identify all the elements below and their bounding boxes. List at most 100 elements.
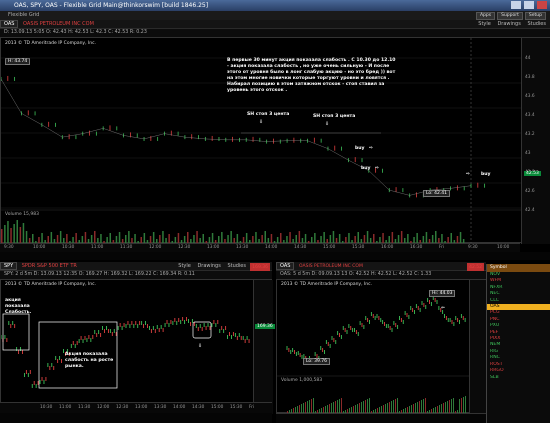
oas2-volume-bar: [465, 396, 466, 414]
top-low-label: Lo: 42.41: [423, 190, 451, 197]
watchlist-symbol: WFM: [490, 278, 502, 284]
oas2-symbol-input[interactable]: OAS: [276, 262, 295, 270]
spy-annotation-2: Акция показала слабость на росте рынка.: [65, 352, 114, 369]
support-button[interactable]: Support: [497, 12, 523, 20]
top-price-tick: 42.4: [525, 208, 535, 213]
spy-scroll-bar[interactable]: [0, 413, 272, 423]
oas2-volume-bar: [369, 398, 370, 414]
top-chart-toolbar: OAS OASIS PETROLEUM INC COM Style Drawin…: [0, 20, 550, 29]
top-price-axis[interactable]: 4443.843.643.443.24342.842.642.4 42.53: [521, 38, 550, 244]
watchlist-symbol: RIG: [490, 348, 499, 354]
watchlist-header-label: Symbol: [490, 265, 507, 270]
spy-time-tick: 11:30: [78, 405, 91, 410]
volume-bar: [13, 224, 15, 244]
watchlist-symbol: NEC: [490, 291, 500, 297]
watchlist-symbol: NOV: [490, 272, 501, 277]
oas2-volume-bar: [459, 399, 460, 414]
volume-bar: [7, 221, 9, 244]
spy-quote-line: SPY: 2 d 5m D: 13.09.13 12:35 O: 169.27 …: [0, 271, 272, 279]
spy-time-axis[interactable]: 10:30 11:00 11:30 12:00 12:30 13:00 13:30 14:00…: [0, 402, 272, 413]
top-drawings-menu[interactable]: Drawings: [497, 21, 520, 27]
top-last-price-tag: 42.53: [524, 171, 541, 176]
spy-time-tick: 13:30: [154, 405, 167, 410]
price-segment: [246, 139, 267, 142]
spy-time-tick: 12:30: [116, 405, 129, 410]
watchlist-symbol: CLC: [490, 297, 499, 303]
price-segment: [389, 189, 410, 196]
top-time-tick: 16:30: [410, 245, 423, 250]
oas2-volume-bar: [397, 398, 398, 414]
top-symbol-input[interactable]: OAS: [0, 20, 19, 28]
left-arrow-icon: ⇦: [441, 306, 445, 311]
spy-toolbar: SPY SPDR S&P 500 ETF TR Style Drawings S…: [0, 262, 272, 272]
right-arrow-icon-2: ⇨: [375, 166, 379, 171]
top-time-tick: 14:00: [265, 245, 278, 250]
apps-button[interactable]: Apps: [475, 12, 496, 20]
spy-price-axis[interactable]: 169.36: [253, 280, 275, 414]
oas2-volume-bar: [461, 398, 462, 414]
top-studies-menu[interactable]: Studies: [527, 21, 546, 27]
stop-label-1: SH стоп 3 цента: [247, 112, 290, 117]
price-segment: [21, 113, 42, 125]
top-price-tick: 44: [525, 56, 531, 61]
top-time-axis[interactable]: 9:30 10:00 10:30 11:00 11:30 12:00 12:30 13:00 1…: [0, 243, 520, 252]
price-segment: [62, 133, 83, 138]
down-arrow-icon-1: ⇩: [259, 120, 263, 125]
maximize-button[interactable]: [524, 1, 534, 9]
oas2-volume-bar: [367, 399, 368, 414]
oas2-volume-bar: [395, 399, 396, 414]
spy-company: SPDR S&P 500 ETF TR: [21, 263, 77, 269]
volume-bar: [1, 229, 3, 244]
top-time-tick: 12:30: [178, 245, 191, 250]
top-volume-label: Volume 15,983: [5, 212, 39, 217]
price-segment: [205, 138, 226, 141]
setup-button[interactable]: Setup: [524, 12, 546, 20]
oas2-time-axis[interactable]: [276, 413, 486, 423]
layout-name[interactable]: Flexible Grid: [8, 12, 39, 18]
spy-time-tick: 12:00: [97, 405, 110, 410]
watchlist-symbol: RRGO: [490, 368, 504, 374]
watchlist-symbol: PIXX: [490, 336, 501, 342]
spy-symbol-input[interactable]: SPY: [0, 262, 18, 270]
top-price-line: [1, 75, 486, 198]
top-company-name: OASIS PETROLEUM INC COM: [23, 21, 94, 27]
watchlist-item[interactable]: SLB: [487, 375, 550, 381]
volume-bar: [22, 223, 25, 244]
spy-studies-menu[interactable]: Studies: [227, 263, 246, 269]
oas2-volume-bar: [341, 398, 342, 414]
close-button[interactable]: [537, 1, 547, 9]
watchlist-panel: Symbol NOV WFM NFXR NEC CLC OAS PCG PNC PXU PEF PI…: [486, 264, 550, 423]
watchlist-symbol: NEM: [490, 342, 501, 348]
top-time-tick: 9:30: [468, 245, 478, 250]
top-time-tick: 11:30: [120, 245, 133, 250]
buy-label-1: buy: [355, 146, 365, 151]
top-style-menu[interactable]: Style: [478, 21, 491, 27]
minimize-button[interactable]: [511, 1, 521, 9]
volume-bar: [16, 220, 18, 244]
spy-time-tick: 15:30: [230, 405, 243, 410]
oas2-chart-panel[interactable]: 2013 © TD Ameritrade IP Company, Inc. Hi…: [276, 279, 487, 414]
spy-price-tag: 169.36: [255, 324, 275, 329]
watchlist-symbol: PEF: [490, 329, 499, 335]
spy-drawings-menu[interactable]: Drawings: [197, 263, 220, 269]
oas2-volume-bar: [463, 397, 464, 414]
oas2-low-label: Lo: 39.76: [303, 358, 331, 365]
top-chart-panel[interactable]: 2013 © TD Ameritrade IP Company, Inc. H:…: [0, 37, 550, 244]
top-scroll-bar[interactable]: [0, 252, 550, 260]
spy-style-menu[interactable]: Style: [178, 263, 191, 269]
spy-chart-panel[interactable]: 2013 © TD Ameritrade IP Company, Inc. ак…: [0, 279, 275, 414]
buy-label-3: buy: [481, 172, 491, 177]
oas2-high-label: Hi: 44.03: [429, 290, 456, 297]
stop-label-2: SH стоп 3 цента: [313, 114, 356, 119]
oas2-volume-bar: [313, 398, 314, 414]
watchlist-symbol: PCG: [490, 310, 500, 316]
oas2-volume-bar: [453, 398, 454, 414]
price-segment: [450, 185, 472, 189]
oas2-price-axis[interactable]: [469, 280, 487, 414]
spy-time-tick: 14:00: [173, 405, 186, 410]
top-time-tick: 9:30: [4, 245, 14, 250]
top-time-tick: 15:30: [352, 245, 365, 250]
oas2-price-chart: [277, 296, 469, 414]
top-time-tick: 10:00: [497, 245, 510, 250]
price-segment: [123, 135, 145, 140]
